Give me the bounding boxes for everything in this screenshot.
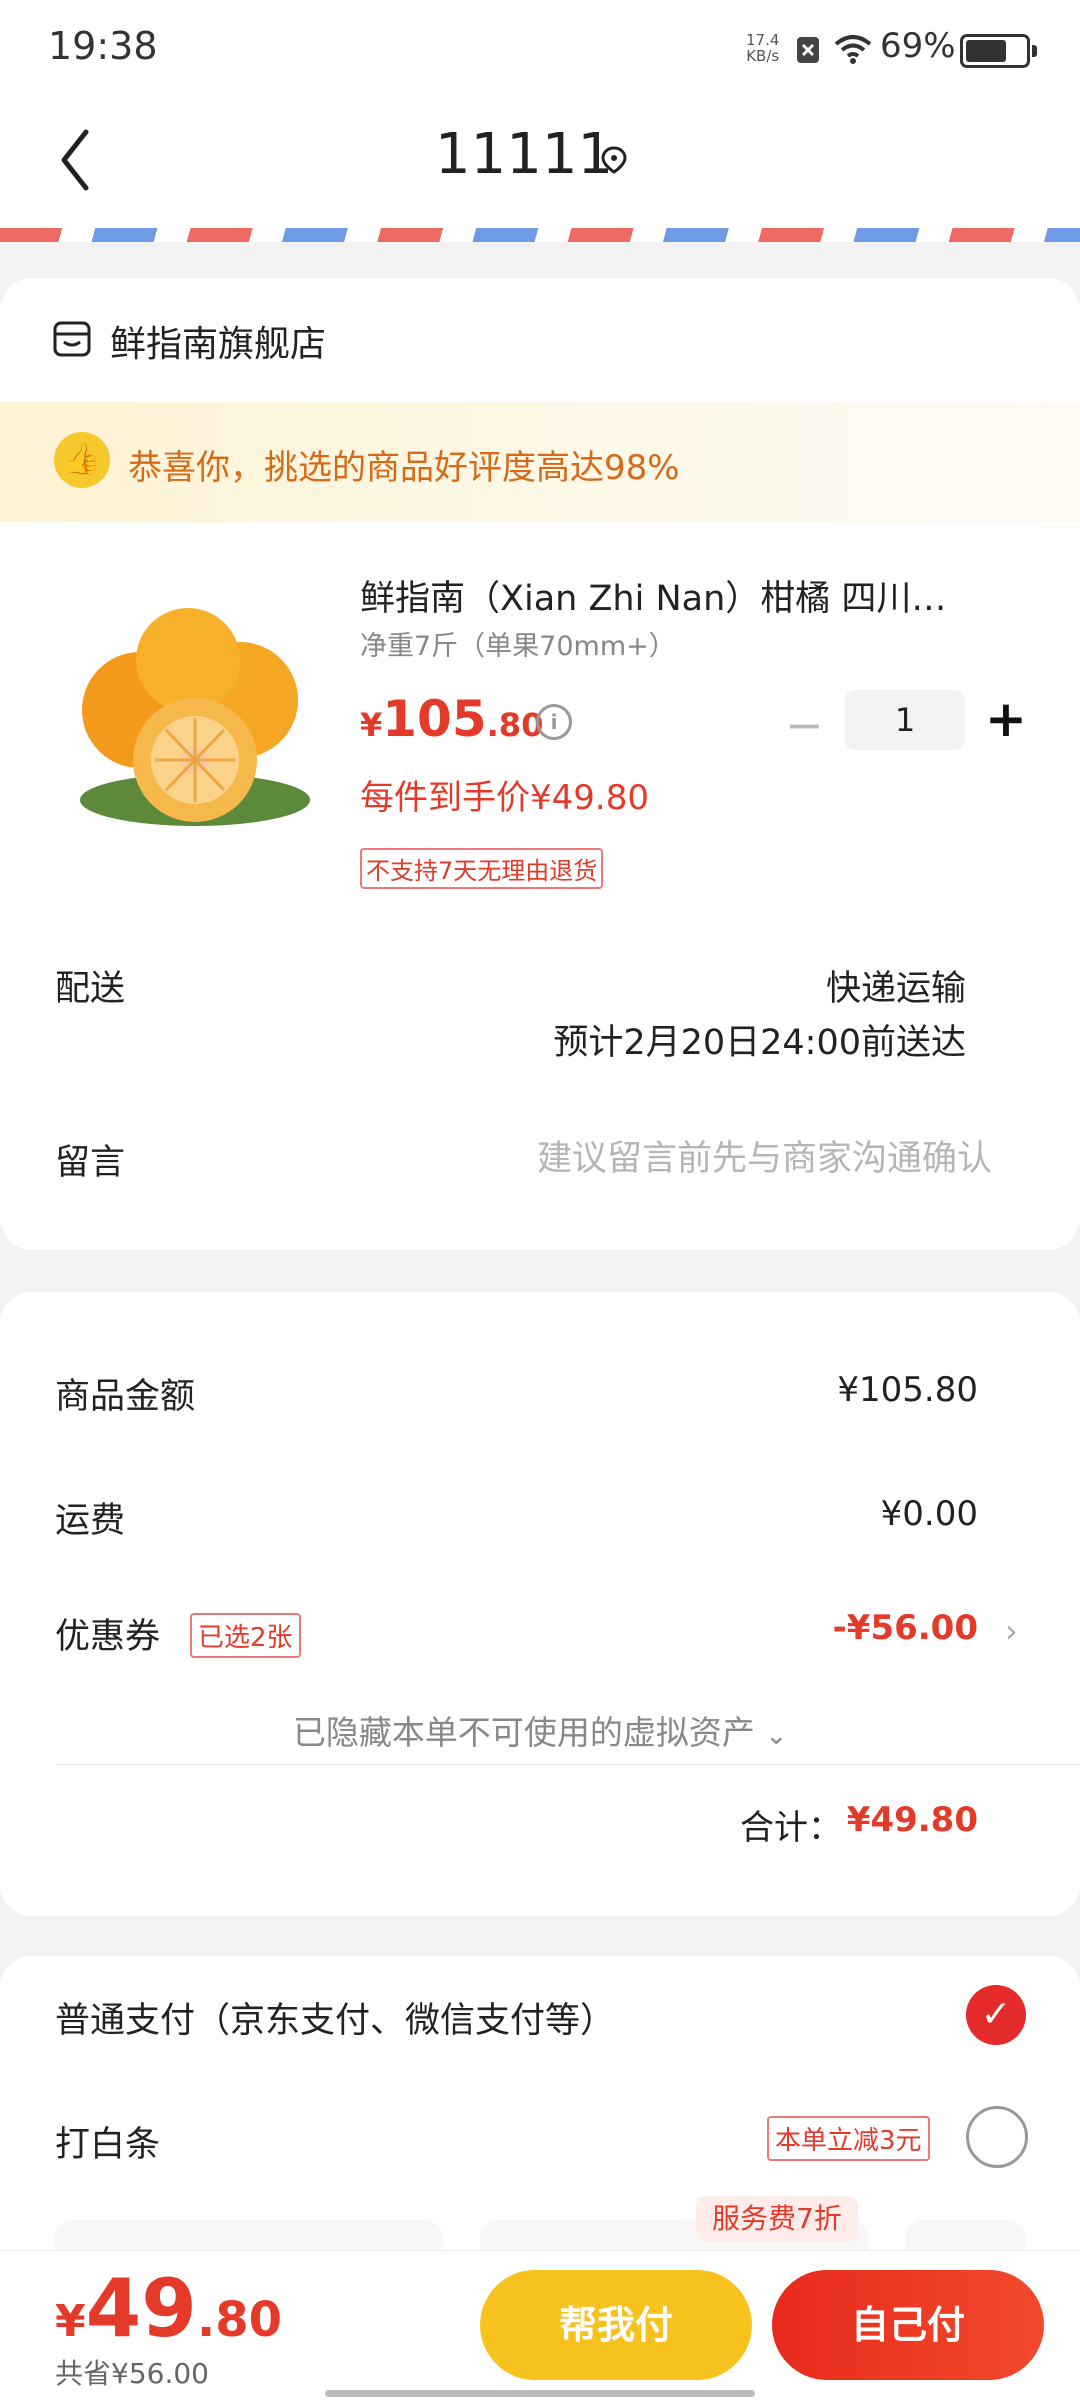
status-time: 19:38 [48, 24, 158, 68]
price-currency: ¥ [360, 706, 383, 744]
sim-off-icon [797, 37, 819, 63]
goods-amount-value: ¥105.80 [837, 1370, 978, 1410]
price-integer: 105 [382, 690, 487, 748]
final-unit-price: 每件到手价¥49.80 [360, 778, 649, 818]
total-value: ¥49.80 [846, 1800, 978, 1840]
payment-option-baitiao[interactable]: 打白条 [55, 2116, 160, 2167]
location-pin-icon [601, 146, 627, 174]
hidden-assets-text[interactable]: 已隐藏本单不可使用的虚拟资产 [293, 1713, 755, 1752]
rating-banner-text: 恭喜你，挑选的商品好评度高达98% [128, 448, 680, 488]
radio-unselected-icon[interactable] [966, 2106, 1028, 2168]
wifi-icon [834, 35, 872, 64]
product-spec: 净重7斤（单果70mm+） [360, 631, 676, 662]
envelope-stripe [0, 228, 1080, 242]
shop-icon [53, 321, 91, 357]
quantity-value[interactable]: 1 [845, 690, 965, 750]
bottom-price-decimal: .80 [196, 2292, 282, 2348]
coupon-count-badge[interactable]: 已选2张 [190, 1613, 301, 1658]
service-fee-badge: 服务费7折 [696, 2196, 858, 2242]
payment-option-standard[interactable]: 普通支付（京东支付、微信支付等） [55, 1992, 615, 2043]
quantity-increase-button[interactable]: + [985, 690, 1027, 748]
bottom-price-integer: 49 [85, 2262, 197, 2355]
network-speed: 17.4 KB/s [746, 32, 779, 64]
delivery-label: 配送 [55, 969, 126, 1009]
battery-percent: 69% [880, 26, 956, 66]
thumbs-up-icon: 👍 [54, 432, 110, 488]
hidden-assets-note[interactable]: 已隐藏本单不可使用的虚拟资产 ⌄ [0, 1706, 1080, 1754]
message-input[interactable] [470, 1128, 994, 1190]
battery-icon [960, 34, 1037, 68]
shop-name[interactable]: 鲜指南旗舰店 [110, 315, 326, 367]
goods-amount-label: 商品金额 [55, 1377, 196, 1417]
product-image[interactable] [70, 600, 320, 830]
message-label: 留言 [55, 1143, 126, 1183]
help-pay-button[interactable]: 帮我付 [480, 2270, 752, 2380]
delivery-type[interactable]: 快递运输 [826, 960, 966, 1011]
saved-amount: 共省¥56.00 [55, 2357, 209, 2390]
status-bar: 19:38 17.4 KB/s 69% [0, 0, 1080, 100]
self-pay-button[interactable]: 自己付 [772, 2270, 1044, 2380]
quantity-decrease-button[interactable]: − [785, 698, 824, 752]
coupon-label[interactable]: 优惠券 [55, 1608, 160, 1659]
header: 11111 [0, 100, 1080, 230]
home-indicator[interactable] [325, 2390, 755, 2397]
back-arrow-icon[interactable] [56, 128, 102, 198]
divider [55, 1764, 1080, 1765]
bottom-total-price: ¥49.80 [55, 2262, 282, 2355]
total-label: 合计： [740, 1808, 842, 1848]
no-return-badge: 不支持7天无理由退货 [360, 848, 604, 889]
product-title[interactable]: 鲜指南（Xian Zhi Nan）柑橘 四川… [360, 570, 946, 621]
delivery-address[interactable]: 11111 [435, 122, 613, 187]
delivery-eta: 预计2月20日24:00前送达 [553, 1023, 966, 1063]
checkmark-selected-icon[interactable]: ✓ [966, 1985, 1026, 2045]
baitiao-discount-badge: 本单立减3元 [767, 2116, 930, 2161]
network-speed-unit: KB/s [746, 47, 780, 65]
price-decimal: .80 [486, 706, 544, 744]
info-icon[interactable]: i [536, 704, 572, 740]
coupon-value[interactable]: -¥56.00 [833, 1608, 978, 1648]
chevron-right-icon[interactable]: › [1005, 1612, 1018, 1650]
network-speed-value: 17.4 [746, 31, 780, 49]
product-price: ¥105.80 [360, 690, 543, 748]
shipping-label: 运费 [55, 1501, 126, 1541]
chevron-down-icon[interactable]: ⌄ [765, 1721, 787, 1751]
shipping-value: ¥0.00 [880, 1494, 978, 1534]
bottom-price-currency: ¥ [55, 2296, 86, 2347]
